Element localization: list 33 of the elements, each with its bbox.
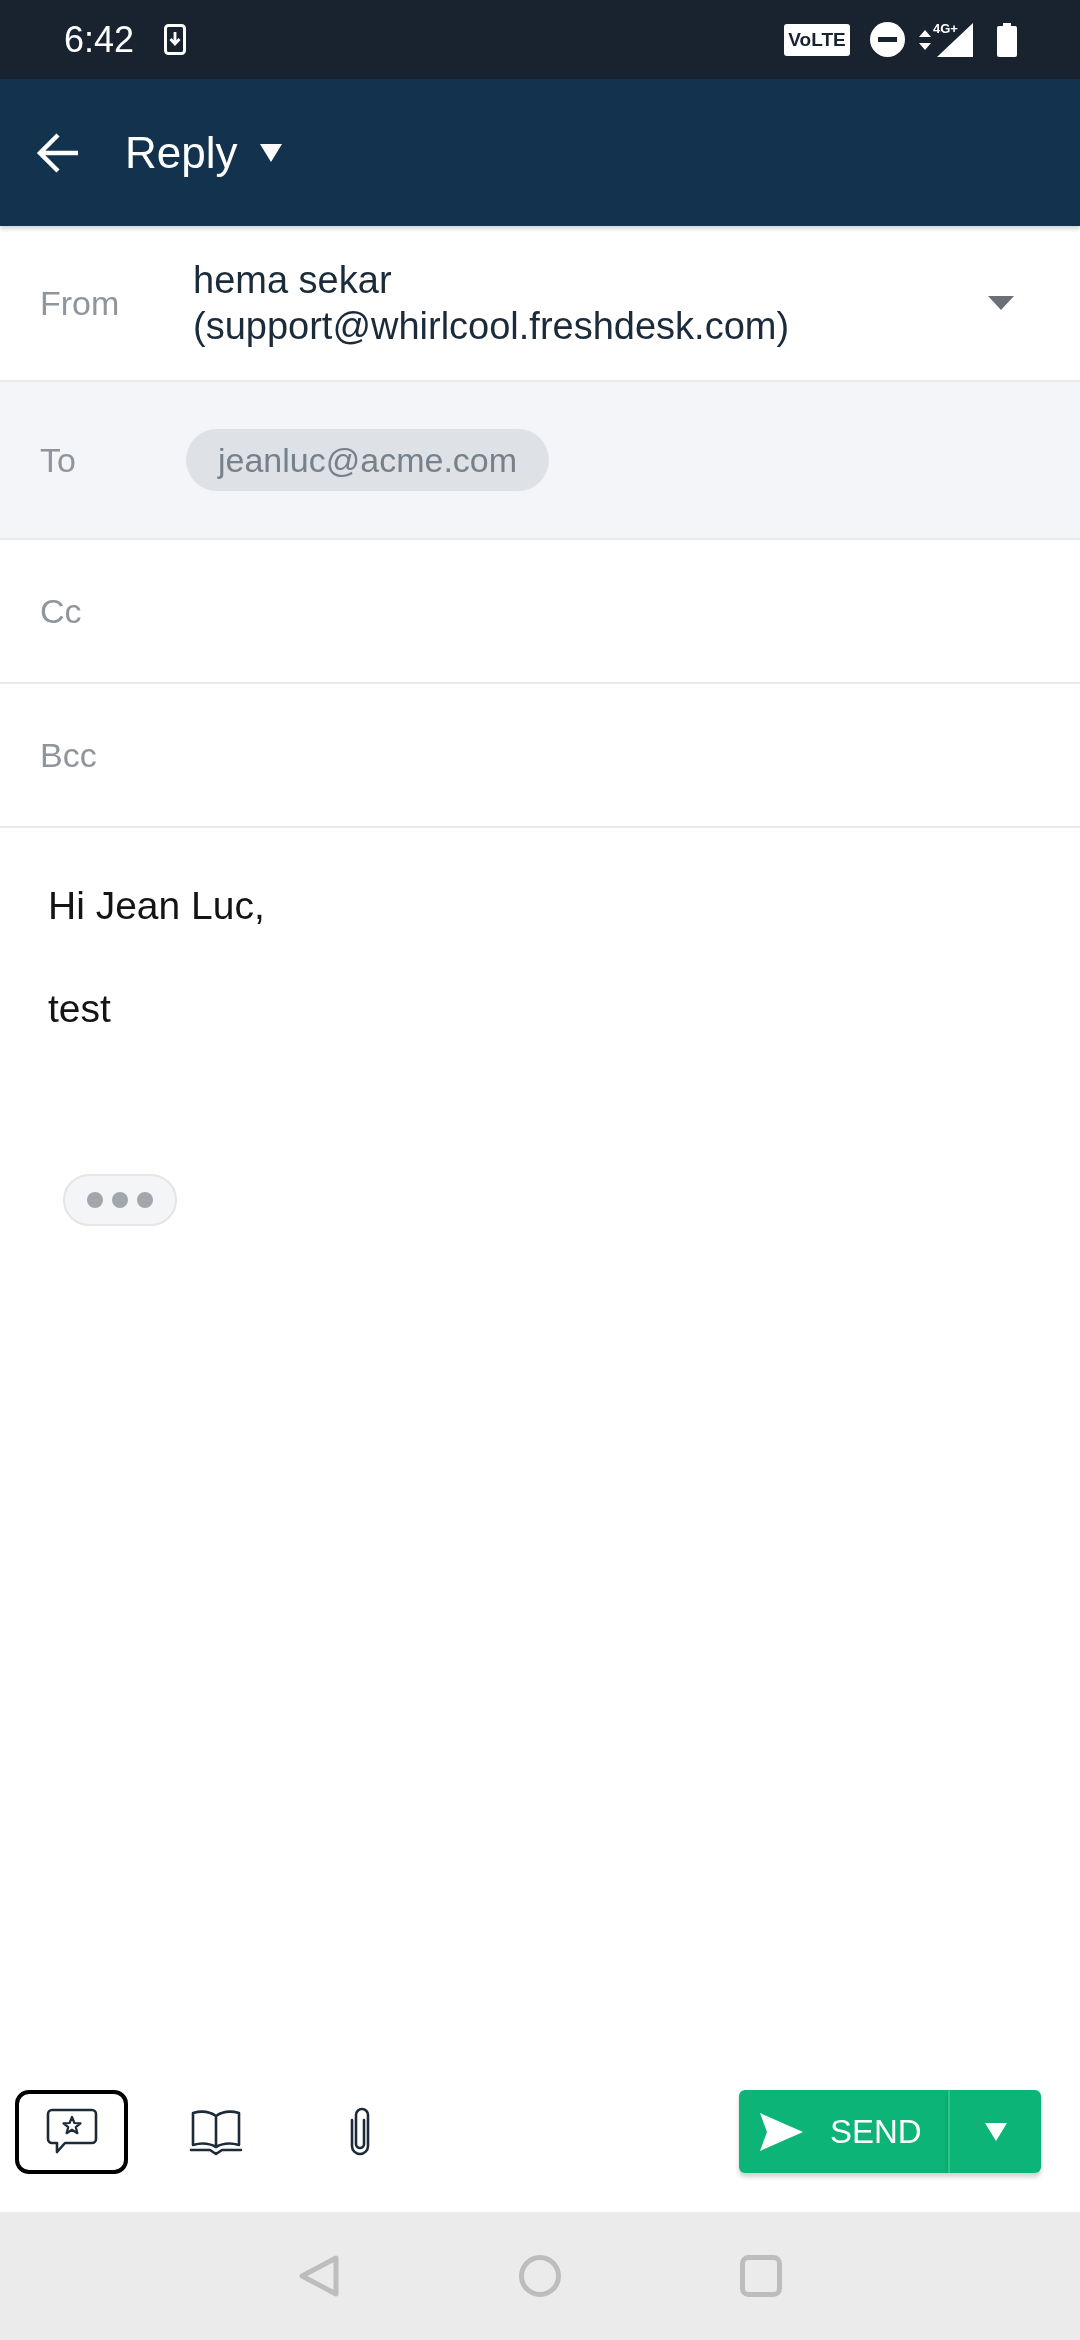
send-button[interactable]: SEND [739, 2090, 948, 2173]
book-icon [188, 2107, 243, 2156]
battery-icon [997, 22, 1017, 57]
field-label: Bcc [40, 735, 98, 775]
send-options-button[interactable] [948, 2090, 1041, 2173]
speech-bubble-star-icon [45, 2108, 98, 2155]
back-arrow-icon[interactable] [36, 131, 80, 174]
recipient-chip[interactable]: jeanluc@acme.com [186, 429, 550, 491]
body-text: test [48, 986, 111, 1032]
status-time: 6:42 [64, 18, 135, 61]
data-arrows-icon [919, 29, 931, 50]
canned-response-button[interactable] [15, 2089, 128, 2174]
body-text: Hi Jean Luc, [48, 883, 265, 929]
field-label: To [40, 440, 77, 480]
reply-mode-dropdown[interactable]: Reply [125, 127, 282, 178]
home-icon[interactable] [519, 2255, 561, 2297]
ellipsis-icon [87, 1192, 153, 1208]
back-icon[interactable] [298, 2254, 340, 2298]
send-icon [760, 2112, 803, 2151]
input-field[interactable]: To jeanluc@acme.com [0, 382, 1080, 540]
message-editor[interactable]: Hi Jean Luc, test [0, 828, 1080, 2079]
recents-icon[interactable] [740, 2255, 782, 2297]
sender-dropdown[interactable]: hema sekar (support@whirlcool.freshdesk.com) [193, 257, 1014, 349]
caret-icon [259, 143, 282, 162]
caret-icon [984, 2122, 1007, 2141]
from-label: From [40, 283, 121, 323]
network-type: 4G+ [933, 20, 958, 36]
caret-icon [988, 296, 1014, 310]
volte-indicator: VoLTE [784, 23, 850, 56]
field-label: Cc [40, 591, 83, 631]
show-quoted-button[interactable] [63, 1174, 177, 1226]
minus-circle-icon [870, 22, 905, 57]
phone-download-icon [164, 24, 187, 55]
